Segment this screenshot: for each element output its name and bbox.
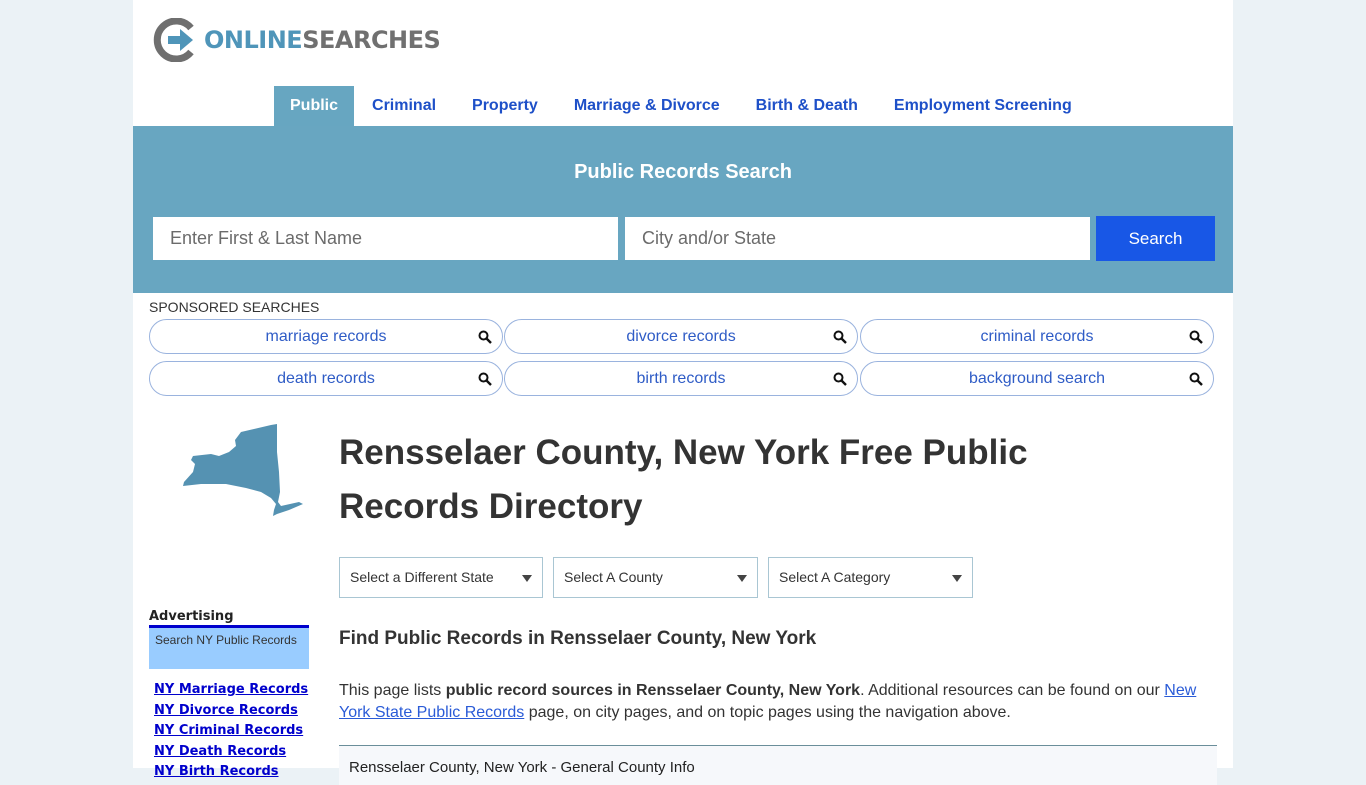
sponsored-link-label: death records xyxy=(277,370,375,387)
search-icon xyxy=(478,372,492,386)
intro-paragraph: This page lists public record sources in… xyxy=(339,680,1209,724)
new-york-state-map-icon xyxy=(183,424,303,516)
sponsored-link-label: divorce records xyxy=(626,328,736,345)
sponsored-divorce-records[interactable]: divorce records xyxy=(504,319,858,354)
sponsored-marriage-records[interactable]: marriage records xyxy=(149,319,503,354)
main-nav: Public Criminal Property Marriage & Divo… xyxy=(274,86,1090,126)
intro-prefix: This page lists xyxy=(339,682,446,699)
dropdown-arrow-icon xyxy=(737,575,747,582)
select-state-value: Select a Different State xyxy=(350,569,494,585)
select-state-dropdown[interactable]: Select a Different State xyxy=(339,557,543,598)
nav-criminal[interactable]: Criminal xyxy=(354,86,454,126)
sponsored-background-search[interactable]: background search xyxy=(860,361,1214,396)
logo-text-online: ONLINE xyxy=(204,26,303,54)
ad-box-heading: Search NY Public Records xyxy=(149,625,309,669)
sponsored-link-label: marriage records xyxy=(265,328,387,345)
search-icon xyxy=(833,330,847,344)
ad-link-criminal-records[interactable]: NY Criminal Records xyxy=(154,721,308,742)
sponsored-link-label: birth records xyxy=(636,370,726,387)
search-icon xyxy=(833,372,847,386)
select-category-dropdown[interactable]: Select A Category xyxy=(768,557,973,598)
intro-middle: . Additional resources can be found on o… xyxy=(860,682,1165,699)
sponsored-birth-records[interactable]: birth records xyxy=(504,361,858,396)
select-category-value: Select A Category xyxy=(779,569,891,585)
logo-text-searches: SEARCHES xyxy=(302,26,441,54)
intro-suffix: page, on city pages, and on topic pages … xyxy=(524,704,1011,721)
city-state-input[interactable] xyxy=(625,217,1090,260)
advertising-label: Advertising xyxy=(149,609,234,624)
dropdown-arrow-icon xyxy=(952,575,962,582)
nav-property[interactable]: Property xyxy=(454,86,556,126)
ad-link-divorce-records[interactable]: NY Divorce Records xyxy=(154,701,308,722)
name-input[interactable] xyxy=(153,217,618,260)
page-title: Rensselaer County, New York Free Public … xyxy=(339,433,1028,526)
ad-link-marriage-records[interactable]: NY Marriage Records xyxy=(154,680,308,701)
section-title: Find Public Records in Rensselaer County… xyxy=(339,628,817,649)
sponsored-death-records[interactable]: death records xyxy=(149,361,503,396)
search-title: Public Records Search xyxy=(574,161,792,183)
nav-public[interactable]: Public xyxy=(274,86,355,126)
sponsored-searches-label: SPONSORED SEARCHES xyxy=(149,299,320,315)
logo-icon xyxy=(153,18,194,62)
nav-marriage-divorce[interactable]: Marriage & Divorce xyxy=(556,86,738,126)
select-county-dropdown[interactable]: Select A County xyxy=(553,557,758,598)
general-county-info-box: Rensselaer County, New York - General Co… xyxy=(339,745,1217,785)
search-button[interactable]: Search xyxy=(1096,216,1215,261)
intro-bold: public record sources in Rensselaer Coun… xyxy=(445,682,861,699)
sponsored-criminal-records[interactable]: criminal records xyxy=(860,319,1214,354)
page-container: ONLINESEARCHES Public Criminal Property … xyxy=(133,0,1233,785)
nav-birth-death[interactable]: Birth & Death xyxy=(738,86,876,126)
search-icon xyxy=(478,330,492,344)
ad-link-birth-records[interactable]: NY Birth Records xyxy=(154,762,308,783)
select-county-value: Select A County xyxy=(564,569,663,585)
sponsored-link-label: background search xyxy=(968,370,1106,387)
search-icon xyxy=(1189,372,1203,386)
dropdown-arrow-icon xyxy=(522,575,532,582)
search-icon xyxy=(1189,330,1203,344)
search-banner: Public Records Search Search xyxy=(133,126,1233,293)
nav-employment-screening[interactable]: Employment Screening xyxy=(876,86,1090,126)
ad-link-death-records[interactable]: NY Death Records xyxy=(154,742,308,763)
site-logo[interactable]: ONLINESEARCHES xyxy=(153,18,441,62)
sponsored-link-label: criminal records xyxy=(980,328,1094,345)
